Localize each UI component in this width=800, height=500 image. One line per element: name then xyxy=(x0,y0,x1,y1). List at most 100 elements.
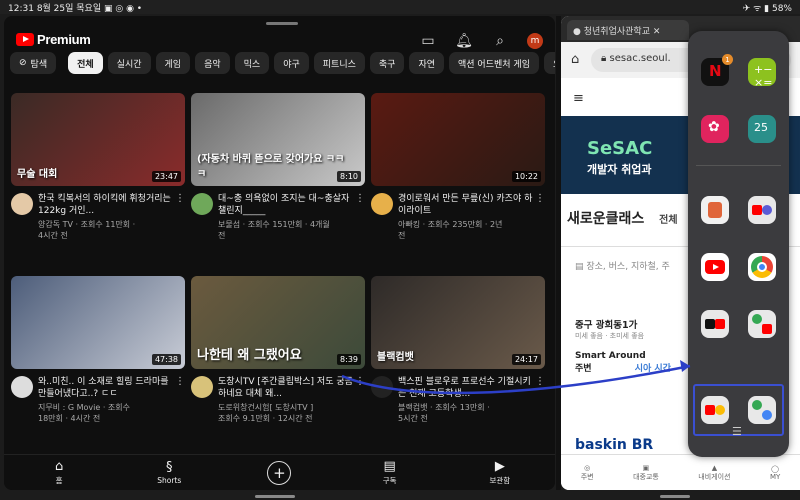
section-title: 새로운클래스 전체 xyxy=(567,211,678,227)
video-age: 4시간 전 xyxy=(38,231,68,240)
bus-icon: ▣ xyxy=(642,463,650,472)
more-options-icon[interactable]: ⋮ xyxy=(535,376,545,387)
video-card[interactable]: (자동차 바퀴 뜯으로 갖어가요 ㅋㅋㅋ 8:10 대~충 의욕없이 조지는 대… xyxy=(191,93,365,253)
map-search[interactable]: ▤ 장소, 버스, 지하철, 주 xyxy=(575,259,670,272)
nav-create[interactable]: + xyxy=(249,460,309,485)
air-quality: 미세 좋음 · 초미세 좋음 xyxy=(575,332,645,340)
chip-action-adventure[interactable]: 액션 어드벤처 게임 xyxy=(449,52,539,74)
chrome-app-icon[interactable] xyxy=(748,253,776,281)
video-channel-stats: 양감독 TV · 조회수 11만회 · xyxy=(38,220,136,229)
video-card[interactable]: 블랙컴뱃 24:17 백스핀 블로우로 프로선수 기절시키는 천재 고등학생..… xyxy=(371,276,545,436)
youtube-app-icon[interactable] xyxy=(701,253,729,281)
chip-mix[interactable]: 믹스 xyxy=(234,52,270,74)
channel-avatar[interactable] xyxy=(191,193,213,215)
nav-home[interactable]: ⌂ 홈 xyxy=(29,459,89,486)
chip-baseball[interactable]: 야구 xyxy=(274,52,309,74)
video-title[interactable]: 경이로워서 만든 무릎(신) 카즈야 하이라이트 xyxy=(398,193,535,217)
video-title[interactable]: 대~충 의욕없이 조지는 대~충살자 챌린지_____ xyxy=(218,193,355,217)
video-thumbnail[interactable]: 47:38 xyxy=(11,276,185,369)
map-nav-around[interactable]: ◎ 주변 xyxy=(581,464,594,482)
map-nav-transit[interactable]: ▣ 대중교통 xyxy=(633,464,659,482)
channel-avatar[interactable] xyxy=(11,376,33,398)
more-options-icon[interactable]: ⋮ xyxy=(355,193,365,204)
video-thumbnail[interactable]: 블랙컴뱃 24:17 xyxy=(371,276,545,369)
video-thumbnail[interactable]: (자동차 바퀴 뜯으로 갖어가요 ㅋㅋㅋ 8:10 xyxy=(191,93,365,186)
multi-app-pair-icon[interactable] xyxy=(748,310,776,338)
chip-games[interactable]: 게임 xyxy=(155,52,191,74)
chip-live[interactable]: 실시간 xyxy=(107,52,151,74)
channel-avatar[interactable] xyxy=(371,193,393,215)
video-duration: 8:39 xyxy=(337,354,361,365)
window-handle[interactable] xyxy=(266,22,298,25)
channel-avatar[interactable] xyxy=(11,193,33,215)
video-channel-stats: 아빠킹 · 조회수 235만회 · 2년 xyxy=(398,220,503,229)
video-thumbnail[interactable]: 나한테 왜 그랬어요 8:39 xyxy=(191,276,365,369)
netflix-app-icon[interactable]: N1 xyxy=(701,54,733,86)
gesture-bar-right[interactable] xyxy=(660,495,690,498)
smart-around-title: Smart Around 주변 시아 시간 xyxy=(575,351,671,374)
section-more-link[interactable]: 전체 xyxy=(659,215,677,226)
ad-banner[interactable]: baskin BR xyxy=(575,437,653,453)
chip-soccer[interactable]: 축구 xyxy=(369,52,405,74)
map-nav-navigation[interactable]: ▲ 내비게이션 xyxy=(698,464,730,482)
map-nav-my[interactable]: ◯ MY xyxy=(770,465,780,481)
channel-avatar[interactable] xyxy=(371,376,393,398)
search-icon[interactable]: ⌕ xyxy=(491,32,509,50)
video-card[interactable]: 무술 대회 23:47 한국 킥복서의 하이킥에 휘청거리는 122kg 거인.… xyxy=(11,93,185,253)
video-card[interactable]: 47:38 와..미친.. 이 소재로 힐링 드라마를 만들어냈다고..? ㄷㄷ… xyxy=(11,276,185,436)
video-thumbnail[interactable]: 10:22 xyxy=(371,93,545,186)
video-thumbnail[interactable]: 무술 대회 23:47 xyxy=(11,93,185,186)
video-title[interactable]: 백스핀 블로우로 프로선수 기절시키는 천재 고등학생... xyxy=(398,376,535,400)
hamburger-icon[interactable]: ≡ xyxy=(573,91,584,106)
panel-menu-icon[interactable]: ☰ xyxy=(732,425,742,438)
netflix-youtube-pair-icon[interactable] xyxy=(701,310,729,338)
video-age: 18만회 · 4시간 전 xyxy=(38,414,101,423)
more-options-icon[interactable]: ⋮ xyxy=(535,193,545,204)
more-options-icon[interactable]: ⋮ xyxy=(175,376,185,387)
chip-music[interactable]: 음악 xyxy=(195,52,230,74)
video-channel-stats: 보물섬 · 조회수 151만회 · 4개월 xyxy=(218,220,330,229)
bell-icon[interactable]: 🔔︎ xyxy=(455,32,473,50)
video-title[interactable]: 와..미친.. 이 소재로 힐링 드라마를 만들어냈다고..? ㄷㄷ xyxy=(38,376,175,400)
video-card[interactable]: 나한테 왜 그랬어요 8:39 도창시TV [주간클립박스] 저도 궁금하네요 … xyxy=(191,276,365,436)
video-card[interactable]: 10:22 경이로워서 만든 무릎(신) 카즈야 하이라이트 아빠킹 · 조회수… xyxy=(371,93,545,253)
chip-fitness[interactable]: 피트니스 xyxy=(313,52,365,74)
chrome-maps-pair-icon[interactable] xyxy=(748,396,776,424)
more-options-icon[interactable]: ⋮ xyxy=(355,376,365,387)
flower-app-icon[interactable]: ✿ xyxy=(701,115,729,143)
location-icon: ◎ xyxy=(584,463,591,472)
calculator-app-icon[interactable]: +− ×= xyxy=(748,58,776,89)
youtube-chrome-pair-icon[interactable] xyxy=(701,396,729,424)
video-channel-stats: 지무비 : G Movie · 조회수 xyxy=(38,403,130,412)
plus-icon: + xyxy=(267,460,292,485)
cast-icon[interactable]: ▭ xyxy=(419,32,437,50)
video-age: 조회수 9.1만회 · 12시간 전 xyxy=(218,414,313,423)
chip-nature[interactable]: 자연 xyxy=(409,52,445,74)
video-title[interactable]: 한국 킥복서의 하이킥에 휘청거리는 122kg 거인... xyxy=(38,193,175,217)
more-options-icon[interactable]: ⋮ xyxy=(175,193,185,204)
nav-subscriptions[interactable]: ▤ 구독 xyxy=(360,459,420,486)
calendar-app-icon[interactable]: 25 xyxy=(748,115,776,143)
avatar[interactable]: m xyxy=(527,33,543,49)
chip-cooking[interactable]: 요리 xyxy=(543,52,555,74)
chip-explore[interactable]: ⊘ 탐색 xyxy=(10,52,57,74)
channel-avatar[interactable] xyxy=(191,376,213,398)
navigation-icon: ▲ xyxy=(711,463,718,472)
browser-tab[interactable]: ● 청년취업사관학교 ✕ xyxy=(567,20,689,40)
nav-library[interactable]: ▶ 보관함 xyxy=(470,459,530,486)
date: 8월 25일 목요일 xyxy=(36,4,102,14)
nav-shorts[interactable]: § Shorts xyxy=(139,460,199,485)
video-age: 전 xyxy=(218,231,226,240)
youtube-browser-pair-icon[interactable] xyxy=(748,196,776,224)
home-icon[interactable]: ⌂ xyxy=(571,52,579,67)
chip-all[interactable]: 전체 xyxy=(68,52,103,74)
library-icon: ▶ xyxy=(494,459,505,474)
map-location: 중구 광희동1가 xyxy=(575,320,638,331)
video-title[interactable]: 도창시TV [주간클립박스] 저도 궁금하네요 대체 왜... xyxy=(218,376,355,400)
status-bar: 12:31 8월 25일 목요일 ▣ ◎ ◉ • ✈ ᯤ ▮ 58% xyxy=(0,0,800,14)
notes-app-icon[interactable] xyxy=(701,196,729,224)
gesture-bar-left[interactable] xyxy=(255,495,295,498)
shorts-icon: § xyxy=(166,460,173,475)
video-channel-stats: 도로위창건시험[ 도창시TV ] xyxy=(218,403,314,412)
youtube-logo[interactable]: Premium xyxy=(16,32,91,47)
